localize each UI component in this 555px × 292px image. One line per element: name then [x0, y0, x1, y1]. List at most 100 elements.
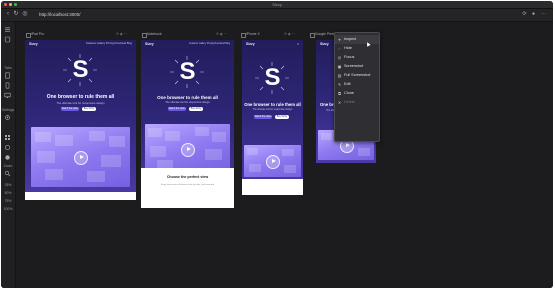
hero-logo-letter: S — [179, 58, 196, 85]
sync-icon[interactable] — [4, 144, 11, 151]
site-logo: Sizzy — [320, 42, 329, 46]
menu-item-delete[interactable]: ✕ Delete — [335, 98, 379, 107]
hero-logo-letter: S — [264, 64, 281, 91]
reload-icon[interactable]: ↻ — [13, 11, 19, 18]
clone-icon: ⧉ — [338, 91, 341, 96]
buy-button[interactable]: Buy Sizzy — [275, 115, 289, 119]
focus-icon: ◎ — [337, 55, 342, 60]
device-toolbar-icons[interactable]: ⟳ ◉ ⋯ — [116, 32, 127, 37]
content-section: Choose the perfect view Sizzy shows you … — [141, 168, 234, 208]
zoom-option-50[interactable]: 50% — [2, 191, 14, 196]
sidebar-item-settings[interactable]: Settings — [2, 108, 14, 113]
hero-subheadline: The ultimate tool for responsive design — [252, 109, 293, 111]
site-logo: Sizzy — [246, 42, 255, 46]
rotate-icon[interactable]: ⟳ — [521, 11, 528, 18]
device-screen-iphone[interactable]: Sizzy ≡ S One browser to rule them all T… — [242, 40, 303, 195]
zoom-option-75[interactable]: 75% — [2, 199, 14, 204]
hero-headline: One browser to rule them all — [46, 94, 115, 100]
camera-icon: ▣ — [337, 64, 342, 69]
hero-video-preview[interactable] — [244, 145, 301, 177]
window-title: Sizzy — [272, 2, 282, 7]
phone-icon[interactable] — [4, 82, 11, 89]
section-title: Choose the perfect view — [166, 175, 209, 179]
buy-button[interactable]: Buy Sizzy — [82, 107, 96, 111]
menu-item-label: Full Screenshot — [344, 73, 371, 77]
zoom-option-100[interactable]: 100% — [2, 207, 14, 212]
menu-item-label: Clone — [344, 91, 354, 95]
device-name-pixel: Google Pixel — [315, 32, 335, 36]
section-text: Sizzy shows you all devices side by side… — [160, 184, 215, 186]
desktop-icon[interactable] — [4, 92, 11, 99]
site-logo: Sizzy — [29, 42, 38, 46]
site-nav: Sizzy ≡ — [242, 40, 303, 48]
grid-icon[interactable] — [4, 134, 11, 141]
hero-headline: One browser to rule them all — [244, 102, 301, 107]
menu-item-hide[interactable]: ◌ Hide — [335, 44, 379, 53]
site-nav: Sizzy Features Gallery Pricing Download … — [141, 40, 234, 48]
menu-item-inspect[interactable]: ⌖ Inspect — [335, 35, 379, 44]
app-window: Sizzy ‹ ↻ ◎ http://localhost:3000/ ⟳ ● ⋯… — [1, 1, 553, 288]
gear-icon[interactable] — [4, 114, 11, 121]
back-icon[interactable]: ‹ — [5, 11, 11, 18]
url-field[interactable]: http://localhost:3000/ — [35, 11, 495, 19]
hamburger-icon[interactable]: ≡ — [297, 42, 299, 46]
menu-item-label: Delete — [344, 100, 355, 104]
site-nav: Sizzy Features Gallery Pricing Download … — [25, 40, 136, 48]
zoom-option-25[interactable]: 25% — [2, 183, 14, 188]
device-toolbar-icons[interactable]: ⟳ ◉ ⋯ — [216, 32, 227, 37]
user-icon[interactable]: ● — [530, 11, 537, 18]
sidebar-item-tabs[interactable]: Tabs — [2, 66, 14, 71]
hero-video-preview[interactable] — [145, 124, 230, 174]
device-screen-ipad[interactable]: Sizzy Features Gallery Pricing Download … — [25, 40, 136, 200]
menu-item-edit[interactable]: ✎ Edit — [335, 80, 379, 89]
menu-item-label: Edit — [344, 82, 351, 86]
menu-item-label: Screenshot — [344, 64, 364, 68]
inspect-icon: ⌖ — [338, 37, 341, 42]
hide-icon: ◌ — [338, 46, 341, 51]
menu-item-full-screenshot[interactable]: ▤ Full Screenshot — [335, 71, 379, 80]
menu-item-focus[interactable]: ◎ Focus — [335, 53, 379, 62]
play-icon[interactable] — [74, 151, 88, 165]
watch-video-button[interactable]: Watch the video — [254, 115, 272, 119]
hero-video-preview[interactable] — [31, 127, 130, 187]
menu-item-label: Hide — [344, 46, 352, 50]
device-toolbar-icons[interactable]: ⟳ ◉ ⋯ — [284, 32, 295, 37]
sidebar: Tabs Settings Zoom 25% 50% 75% 100% — [1, 22, 16, 288]
device-screen-notebook[interactable]: Sizzy Features Gallery Pricing Download … — [141, 40, 234, 208]
sidebar-item-zoom[interactable]: Zoom — [2, 164, 14, 169]
theme-icon[interactable] — [4, 154, 11, 161]
url-text: http://localhost:3000/ — [39, 12, 81, 17]
menu-item-label: Inspect — [344, 37, 357, 41]
menu-icon[interactable] — [4, 26, 11, 33]
site-logo: Sizzy — [145, 42, 154, 46]
device-name-ipad: iPad Pro — [31, 32, 45, 36]
fullscreen-camera-icon: ▤ — [337, 73, 342, 78]
zoom-icon[interactable] — [4, 170, 11, 177]
device-name-notebook: Notebook — [147, 32, 162, 36]
watch-video-button[interactable]: Watch the video — [61, 107, 79, 111]
menu-item-label: Focus — [344, 55, 355, 59]
hero-subheadline: The ultimate tool for responsive design — [165, 101, 210, 104]
trash-icon: ✕ — [337, 100, 342, 105]
menu-item-screenshot[interactable]: ▣ Screenshot — [335, 62, 379, 71]
site-nav-links[interactable]: Features Gallery Pricing Download Blog — [86, 42, 132, 46]
play-icon[interactable] — [266, 155, 280, 169]
device-canvas: iPad Pro ⟳ ◉ ⋯ Sizzy Features Gallery Pr… — [16, 22, 553, 288]
edit-icon: ✎ — [337, 82, 342, 87]
title-bar: Sizzy — [1, 1, 553, 9]
page-background: Sizzy ‹ ↻ ◎ http://localhost:3000/ ⟳ ● ⋯… — [0, 0, 555, 292]
site-nav-links[interactable]: Features Gallery Pricing Download Blog — [189, 42, 230, 46]
play-icon[interactable] — [181, 143, 195, 157]
address-bar-row: ‹ ↻ ◎ http://localhost:3000/ ⟳ ● ⋯ — [1, 9, 553, 22]
devtools-icon[interactable]: ◎ — [22, 11, 28, 18]
device-name-iphone: iPhone X — [246, 32, 260, 36]
menu-item-clone[interactable]: ⧉ Clone — [335, 89, 379, 98]
hero-logo-letter: S — [72, 56, 89, 83]
more-icon[interactable]: ⋯ — [540, 11, 547, 18]
watch-video-button[interactable]: Watch the video — [168, 107, 186, 111]
tablet-icon[interactable] — [4, 72, 11, 79]
devices-icon[interactable] — [4, 36, 11, 43]
buy-button[interactable]: Buy Sizzy — [189, 107, 203, 111]
hero-subheadline: The ultimate tool for responsive design — [56, 101, 105, 105]
device-context-menu: ⌖ Inspect ◌ Hide ◎ Focus ▣ Screenshot ▤ … — [334, 32, 380, 142]
